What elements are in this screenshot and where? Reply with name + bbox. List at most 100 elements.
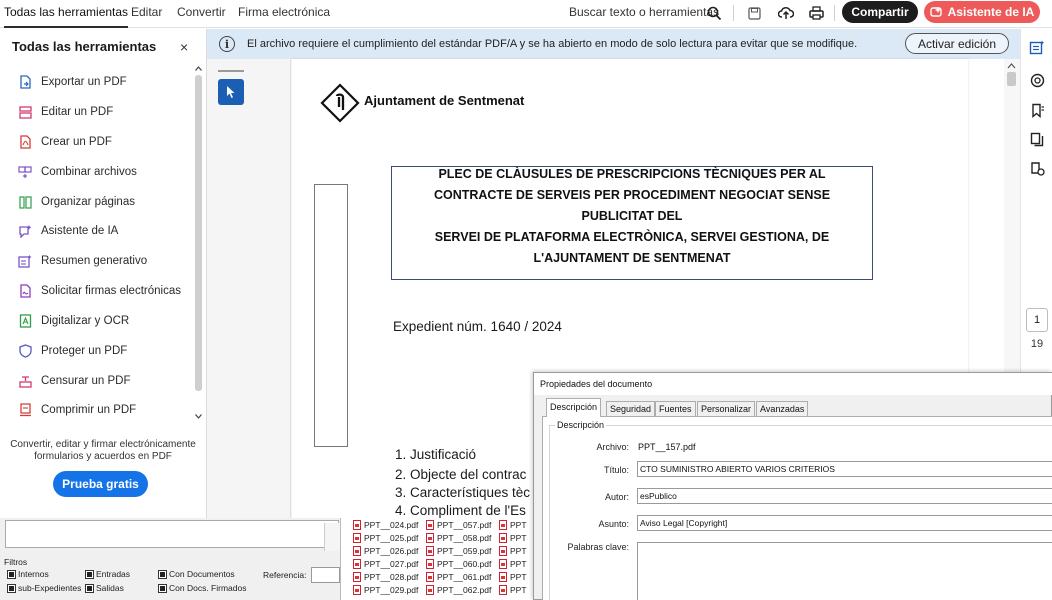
promo-text: Convertir, editar y firmar electrónicame… bbox=[10, 439, 196, 462]
chevron-down-icon[interactable] bbox=[194, 413, 203, 420]
file-item[interactable]: PPT__058.pdf bbox=[426, 533, 491, 543]
dialog-titlebar[interactable]: Propiedades del documento bbox=[534, 373, 1052, 395]
pdf-file-icon bbox=[499, 546, 507, 556]
scrollbar-thumb[interactable] bbox=[1007, 72, 1016, 86]
file-item[interactable]: PPT__061.pdf bbox=[426, 572, 491, 582]
chevron-up-icon[interactable] bbox=[1007, 63, 1016, 69]
file-item[interactable]: PPT__029.pdf bbox=[353, 585, 418, 595]
checkbox-box[interactable] bbox=[158, 569, 167, 579]
tool-export-pdf[interactable]: Exportar un PDF bbox=[18, 71, 127, 93]
file-name: PPT bbox=[510, 559, 527, 569]
file-item[interactable]: PPT bbox=[499, 520, 527, 530]
search-icon[interactable] bbox=[703, 2, 725, 24]
pdf-file-icon bbox=[426, 559, 434, 569]
file-item[interactable]: PPT__027.pdf bbox=[353, 559, 418, 569]
tool-generative-summary[interactable]: Resumen generativo bbox=[18, 250, 147, 272]
attach-icon[interactable] bbox=[1028, 71, 1046, 89]
pdf-file-icon bbox=[499, 572, 507, 582]
checkbox-box[interactable] bbox=[7, 583, 16, 593]
share-button[interactable]: Compartir bbox=[842, 1, 918, 23]
ai-assistant-button[interactable]: Asistente de IA bbox=[924, 1, 1040, 23]
reference-input[interactable] bbox=[311, 567, 340, 583]
file-item[interactable]: PPT__057.pdf bbox=[426, 520, 491, 530]
file-item[interactable]: PPT__025.pdf bbox=[353, 533, 418, 543]
toc-item: 1. Justificació bbox=[395, 447, 477, 462]
save-icon[interactable] bbox=[743, 2, 765, 24]
filter-internos-checkbox[interactable]: Internos bbox=[7, 569, 49, 579]
current-page-input[interactable]: 1 bbox=[1026, 308, 1048, 332]
upload-icon[interactable] bbox=[775, 2, 797, 24]
tool-ai-assistant[interactable]: Asistente de IA bbox=[18, 220, 118, 242]
file-item[interactable]: PPT bbox=[499, 533, 527, 543]
tool-protect-pdf[interactable]: Proteger un PDF bbox=[18, 340, 127, 362]
pdf-file-icon bbox=[353, 533, 361, 543]
file-item[interactable]: PPT bbox=[499, 585, 527, 595]
expedient-number: Expedient núm. 1640 / 2024 bbox=[393, 319, 562, 334]
file-item[interactable]: PPT__026.pdf bbox=[353, 546, 418, 556]
pdf-file-icon bbox=[353, 585, 361, 595]
list-box[interactable] bbox=[5, 520, 344, 551]
tool-create-pdf[interactable]: Crear un PDF bbox=[18, 131, 112, 153]
tool-edit-pdf[interactable]: Editar un PDF bbox=[18, 101, 113, 123]
filter-salidas-checkbox[interactable]: Salidas bbox=[85, 583, 124, 593]
checkbox-box[interactable] bbox=[85, 569, 94, 579]
file-item[interactable]: PPT__028.pdf bbox=[353, 572, 418, 582]
titulo-field[interactable]: CTO SUMINISTRO ABIERTO VARIOS CRITERIOS bbox=[637, 461, 1052, 477]
checkbox-box[interactable] bbox=[85, 583, 94, 593]
dialog-body: Descripción Archivo: PPT__157.pdf Título… bbox=[542, 416, 1052, 600]
file-item[interactable]: PPT__059.pdf bbox=[426, 546, 491, 556]
comment-icon[interactable] bbox=[1028, 39, 1046, 57]
tab-seguridad[interactable]: Seguridad bbox=[606, 401, 656, 416]
close-icon[interactable]: × bbox=[180, 39, 188, 55]
menu-e-signature[interactable]: Firma electrónica bbox=[238, 0, 330, 28]
tools-panel-scrollbar[interactable] bbox=[194, 65, 203, 421]
tool-compress-pdf[interactable]: Comprimir un PDF bbox=[18, 399, 136, 421]
checkbox-box[interactable] bbox=[158, 583, 167, 593]
filter-con-documentos-checkbox[interactable]: Con Documentos bbox=[158, 569, 235, 579]
file-item[interactable]: PPT__024.pdf bbox=[353, 520, 418, 530]
print-icon[interactable] bbox=[805, 2, 827, 24]
file-item[interactable]: PPT bbox=[499, 546, 527, 556]
file-item[interactable]: PPT__062.pdf bbox=[426, 585, 491, 595]
tab-personalizar[interactable]: Personalizar bbox=[697, 401, 756, 416]
tool-request-signatures[interactable]: Solicitar firmas electrónicas bbox=[18, 280, 181, 302]
file-item[interactable]: PPT bbox=[499, 559, 527, 569]
organize-pages-icon bbox=[18, 195, 32, 209]
tool-organize-pages[interactable]: Organizar páginas bbox=[18, 191, 135, 213]
menu-convert[interactable]: Convertir bbox=[177, 0, 226, 28]
checkbox-box[interactable] bbox=[7, 569, 16, 579]
menu-all-tools[interactable]: Todas las herramientas bbox=[4, 0, 129, 28]
filter-sub-expedientes-checkbox[interactable]: sub-Expedientes bbox=[7, 583, 81, 593]
menu-edit[interactable]: Editar bbox=[131, 0, 162, 28]
tab-avanzadas[interactable]: Avanzadas bbox=[756, 401, 809, 416]
scrollbar-thumb[interactable] bbox=[195, 75, 202, 391]
enable-editing-button[interactable]: Activar edición bbox=[905, 33, 1009, 54]
file-item[interactable]: PPT bbox=[499, 572, 527, 582]
tools-panel-title: Todas las herramientas bbox=[12, 39, 157, 54]
pdf-file-icon bbox=[499, 585, 507, 595]
toolbar-divider bbox=[834, 5, 835, 21]
filter-con-docs-firmados-checkbox[interactable]: Con Docs. Firmados bbox=[158, 583, 246, 593]
tab-fuentes[interactable]: Fuentes bbox=[655, 401, 696, 416]
tool-scan-ocr[interactable]: Digitalizar y OCR bbox=[18, 310, 129, 332]
autor-field[interactable]: esPublico bbox=[637, 488, 1052, 504]
free-trial-button[interactable]: Prueba gratis bbox=[53, 471, 148, 497]
tool-combine-files[interactable]: Combinar archivos bbox=[18, 161, 137, 183]
select-cursor-icon[interactable] bbox=[218, 79, 244, 105]
pdf-file-icon bbox=[353, 559, 361, 569]
tool-redact-pdf[interactable]: Censurar un PDF bbox=[18, 370, 130, 392]
search-tools-label[interactable]: Buscar texto o herramientas bbox=[569, 5, 719, 19]
asunto-field[interactable]: Aviso Legal [Copyright] bbox=[637, 515, 1052, 531]
copy-pages-icon[interactable] bbox=[1028, 130, 1046, 148]
bookmark-icon[interactable] bbox=[1028, 101, 1046, 119]
accessibility-icon[interactable] bbox=[1028, 159, 1046, 177]
document-title-box: PLEC DE CLÀUSULES DE PRESCRIPCIONS TÈCNI… bbox=[391, 166, 873, 280]
keywords-field[interactable] bbox=[637, 542, 1052, 600]
top-toolbar: Todas las herramientas Editar Convertir … bbox=[0, 0, 1052, 28]
protect-pdf-icon bbox=[18, 344, 32, 358]
filter-entradas-checkbox[interactable]: Entradas bbox=[85, 569, 130, 579]
tab-descripcion[interactable]: Descripción bbox=[546, 398, 602, 417]
file-item[interactable]: PPT__060.pdf bbox=[426, 559, 491, 569]
file-list-window: PPT__024.pdf PPT__025.pdf PPT__026.pdf P… bbox=[340, 518, 536, 600]
chevron-up-icon[interactable] bbox=[194, 65, 203, 72]
